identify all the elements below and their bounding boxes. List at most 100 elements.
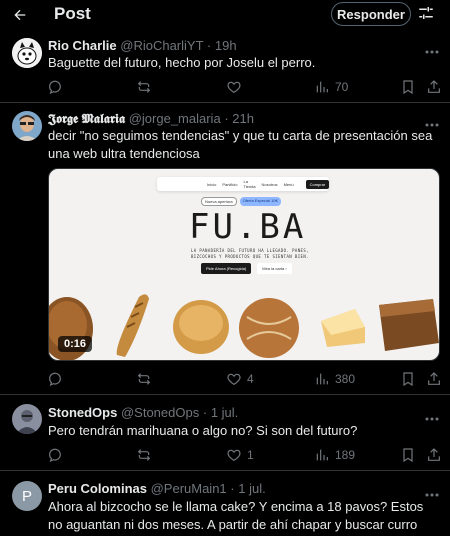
repost-icon bbox=[137, 373, 151, 385]
avatar-letter: P bbox=[21, 487, 32, 505]
share-action[interactable] bbox=[426, 447, 442, 463]
heart-icon bbox=[227, 449, 241, 462]
more-icon[interactable] bbox=[425, 484, 441, 497]
site-nav-item: Nosotros bbox=[261, 181, 278, 187]
likes-count: 4 bbox=[247, 372, 254, 386]
post-jorge-malaria[interactable]: 𝕵𝖔𝖗𝖌𝖊 𝕸𝖆𝖑𝖆𝖗𝖎𝖆 @jorge_malaria · 21h decir… bbox=[0, 103, 450, 395]
post-stonedops[interactable]: StonedOps @StonedOps · 1 jul. Pero tendr… bbox=[0, 395, 450, 471]
author-handle[interactable]: @jorge_malaria bbox=[129, 111, 221, 126]
bookmark-icon bbox=[403, 80, 413, 95]
site-nav-cta: Comprar bbox=[305, 179, 330, 189]
post-header: 𝕵𝖔𝖗𝖌𝖊 𝕸𝖆𝖑𝖆𝖗𝖎𝖆 @jorge_malaria · 21h bbox=[48, 111, 254, 127]
heart-icon bbox=[227, 373, 241, 386]
views-action[interactable]: 380 bbox=[314, 371, 355, 387]
bookmark-action[interactable] bbox=[400, 447, 416, 463]
share-icon bbox=[428, 448, 440, 461]
reply-action[interactable] bbox=[48, 79, 64, 95]
more-icon[interactable] bbox=[425, 114, 441, 127]
site-cta-primary: Pide Ahora (Recogida) bbox=[201, 263, 252, 274]
views-action[interactable]: 70 bbox=[314, 79, 348, 95]
post-actions: 1 189 bbox=[48, 447, 440, 463]
repost-icon bbox=[137, 449, 151, 461]
bookmark-icon bbox=[403, 448, 413, 463]
bookmark-action[interactable] bbox=[400, 371, 416, 387]
like-action[interactable]: 4 bbox=[226, 371, 254, 387]
post-text: decir "no seguimos tendencias" y que tu … bbox=[48, 128, 433, 161]
reply-button[interactable]: Responder bbox=[331, 2, 411, 26]
post-text: Ahora al bizcocho se le llama cake? Y en… bbox=[48, 499, 424, 532]
separator-dot: · bbox=[230, 481, 235, 496]
like-action[interactable]: 1 bbox=[226, 447, 254, 463]
back-arrow-icon[interactable] bbox=[9, 4, 31, 26]
post-header: Peru Colominas @PeruMain1 · 1 jul. bbox=[48, 481, 266, 496]
post-header: StonedOps @StonedOps · 1 jul. bbox=[48, 405, 238, 420]
avatar[interactable] bbox=[12, 111, 42, 141]
avatar[interactable] bbox=[12, 38, 42, 68]
reply-icon bbox=[49, 372, 61, 387]
author-handle[interactable]: @StonedOps bbox=[121, 405, 199, 420]
views-count: 189 bbox=[335, 448, 356, 462]
author-name[interactable]: 𝕵𝖔𝖗𝖌𝖊 𝕸𝖆𝖑𝖆𝖗𝖎𝖆 bbox=[48, 111, 125, 126]
site-cta-row: Pide Ahora (Recogida) Mira la carta › bbox=[201, 263, 292, 274]
site-tagline: LA PANADERÍA DEL FUTURO HA LLEGADO. PANE… bbox=[191, 248, 309, 259]
share-action[interactable] bbox=[426, 371, 442, 387]
likes-count: 1 bbox=[247, 448, 254, 462]
avatar[interactable]: P bbox=[12, 481, 42, 511]
page-title: Post bbox=[54, 4, 91, 23]
share-action[interactable] bbox=[426, 79, 442, 95]
repost-action[interactable] bbox=[136, 79, 152, 95]
share-icon bbox=[428, 372, 440, 385]
site-pill: Nueva apertura bbox=[201, 197, 237, 206]
post-time[interactable]: 21h bbox=[232, 111, 254, 126]
reply-action[interactable] bbox=[48, 447, 64, 463]
reply-action[interactable] bbox=[48, 371, 64, 387]
site-nav-item: La Tienda bbox=[243, 179, 256, 189]
like-action[interactable] bbox=[226, 79, 242, 95]
video-duration: 0:16 bbox=[58, 336, 93, 352]
author-name[interactable]: StonedOps bbox=[48, 405, 117, 420]
author-name[interactable]: Rio Charlie bbox=[48, 38, 117, 53]
post-actions: 4 380 bbox=[48, 371, 440, 387]
more-icon[interactable] bbox=[425, 41, 441, 54]
site-nav-item: Panificio bbox=[222, 181, 238, 187]
sliders-icon[interactable] bbox=[417, 4, 437, 24]
views-action[interactable]: 189 bbox=[314, 447, 355, 463]
post-time[interactable]: 1 jul. bbox=[238, 481, 265, 496]
bookmark-icon bbox=[403, 372, 413, 387]
author-name[interactable]: Peru Colominas bbox=[48, 481, 147, 496]
post-rio-charlie[interactable]: Rio Charlie @RioCharliYT · 19h Baguette … bbox=[0, 30, 450, 103]
author-handle[interactable]: @PeruMain1 bbox=[151, 481, 227, 496]
post-actions: 70 bbox=[48, 79, 440, 95]
repost-icon bbox=[137, 81, 151, 93]
views-icon bbox=[316, 81, 328, 93]
site-navbar: Inicio Panificio La Tienda Nosotros Menú… bbox=[157, 177, 330, 191]
post-text: Pero tendrán marihuana o algo no? Si son… bbox=[48, 423, 358, 438]
reply-icon bbox=[49, 80, 61, 95]
more-icon[interactable] bbox=[425, 408, 441, 421]
views-icon bbox=[316, 449, 328, 461]
views-count: 380 bbox=[335, 372, 356, 386]
post-time[interactable]: 19h bbox=[215, 38, 237, 53]
separator-dot: · bbox=[202, 405, 208, 420]
post-time[interactable]: 1 jul. bbox=[211, 405, 238, 420]
views-icon bbox=[316, 373, 328, 385]
site-nav-item: Inicio bbox=[207, 181, 217, 187]
site-brand: FU.BA bbox=[189, 207, 307, 247]
video-media[interactable]: Inicio Panificio La Tienda Nosotros Menú… bbox=[48, 168, 440, 361]
site-pill: Oferta Especial 10€ bbox=[239, 197, 281, 206]
heart-icon bbox=[227, 81, 241, 94]
avatar[interactable] bbox=[12, 404, 42, 434]
post-text: Baguette del futuro, hecho por Joselu el… bbox=[48, 55, 316, 70]
separator-dot: · bbox=[206, 38, 212, 53]
repost-action[interactable] bbox=[136, 371, 152, 387]
top-bar: Post Responder bbox=[0, 0, 450, 30]
author-handle[interactable]: @RioCharliYT bbox=[120, 38, 203, 53]
reply-icon bbox=[49, 448, 61, 463]
bread-products-image bbox=[49, 294, 439, 360]
post-peru-colominas[interactable]: P Peru Colominas @PeruMain1 · 1 jul. Aho… bbox=[0, 471, 450, 536]
repost-action[interactable] bbox=[136, 447, 152, 463]
share-icon bbox=[428, 80, 440, 93]
site-nav-item: Menú bbox=[283, 181, 294, 187]
site-pills: Nueva apertura Oferta Especial 10€ bbox=[201, 197, 281, 206]
bookmark-action[interactable] bbox=[400, 79, 416, 95]
